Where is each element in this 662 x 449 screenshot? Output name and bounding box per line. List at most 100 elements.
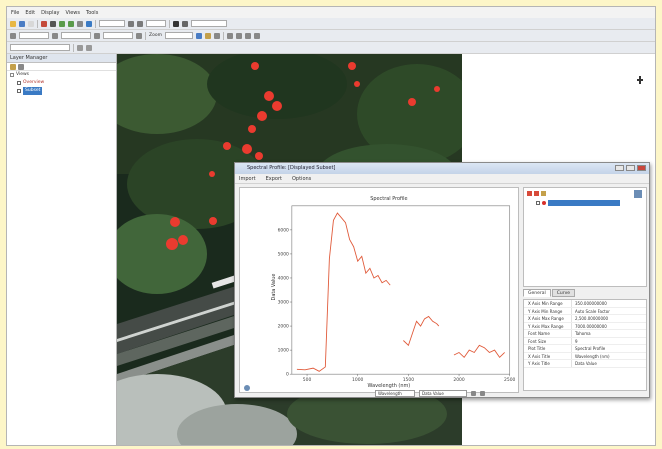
zoom-combo[interactable] (164, 32, 193, 39)
pan-icon[interactable] (50, 20, 56, 27)
y-tick-label: 1000 (278, 348, 289, 354)
spectral-profile-window[interactable]: Spectral Profile: [Displayed Subset] Imp… (234, 162, 650, 398)
toolbar-divider (37, 19, 38, 28)
spectral-window-title: Spectral Profile: [Displayed Subset] (247, 165, 336, 171)
layer-manager-toolbar (7, 63, 116, 71)
blend-icon[interactable] (244, 32, 251, 39)
zoom-in-icon[interactable] (59, 20, 65, 27)
expand-icon[interactable] (10, 73, 14, 77)
property-row[interactable]: Y Axis Title Data Value (524, 360, 646, 368)
y-tick-label: 5000 (278, 251, 289, 257)
fit-icon[interactable] (86, 20, 92, 27)
x-tick-label: 500 (303, 377, 312, 383)
zoom-level-combo[interactable] (146, 20, 166, 27)
brightness-icon[interactable] (10, 32, 16, 39)
cursor-icon[interactable] (41, 20, 47, 27)
x-tick-label: 2000 (453, 377, 464, 383)
layer-subset[interactable]: Subset (7, 87, 116, 95)
print-icon[interactable] (28, 20, 34, 27)
settings-icon[interactable] (253, 32, 260, 39)
sharpen-icon[interactable] (94, 32, 100, 39)
axis-selector-bar: Wavelength Data Value (375, 389, 485, 397)
contrast-slider[interactable] (61, 32, 91, 39)
close-button[interactable] (637, 165, 646, 171)
transparency-icon[interactable] (136, 32, 142, 39)
property-row[interactable]: X Axis Min Range 350.000000000 (524, 300, 646, 308)
spectral-toolbar: Import Export Options (235, 174, 649, 184)
profile-layer-list[interactable] (523, 187, 647, 287)
tab-general[interactable]: General (523, 289, 551, 297)
menu-bar: File Edit Display Views Tools (7, 7, 655, 18)
crosshair-icon[interactable] (137, 20, 143, 27)
menu-views[interactable]: Views (66, 10, 80, 16)
search-combo[interactable] (191, 20, 227, 27)
band-selector[interactable] (10, 44, 70, 51)
property-row[interactable]: Y Axis Min Range Auto Scale Factor (524, 307, 646, 315)
rotate-icon[interactable] (77, 20, 83, 27)
save-icon[interactable] (19, 20, 25, 27)
export-button[interactable]: Export (266, 176, 282, 182)
profile-checkbox[interactable] (536, 201, 540, 205)
spectral-side-panel: General Curve X Axis Min Range 350.000000… (523, 187, 647, 393)
profile-icon[interactable] (86, 44, 92, 51)
y-tick-label: 2000 (278, 324, 289, 330)
options-button[interactable]: Options (292, 176, 311, 182)
selected-profile-row[interactable] (548, 200, 620, 206)
property-row[interactable]: Plot Title Spectral Profile (524, 345, 646, 353)
toolbar-divider (169, 19, 170, 28)
menu-edit[interactable]: Edit (25, 10, 35, 16)
spectral-plot[interactable]: Spectral Profile Wavelength (nm) Data Va… (239, 187, 519, 393)
toolbar-divider (95, 19, 96, 28)
flicker-icon[interactable] (213, 32, 220, 39)
property-row[interactable]: X Axis Title Wavelength (nm) (524, 352, 646, 360)
refresh-icon[interactable] (634, 190, 642, 198)
spectral-window-titlebar[interactable]: Spectral Profile: [Displayed Subset] (235, 163, 649, 174)
open-icon[interactable] (10, 20, 16, 27)
sharpen-slider[interactable] (103, 32, 133, 39)
remove-layer-icon[interactable] (18, 64, 24, 70)
layer-tree-root[interactable]: Views (7, 71, 116, 79)
layer-label-overview: Overview (23, 80, 45, 85)
zoom-icon[interactable] (471, 390, 476, 396)
maximize-button[interactable] (626, 165, 635, 171)
reset-icon[interactable] (480, 390, 485, 396)
property-row[interactable]: Y Axis Max Range 7000.00000000 (524, 322, 646, 330)
info-icon[interactable] (244, 385, 250, 391)
property-row[interactable]: Font Size 9 (524, 337, 646, 345)
portal-icon[interactable] (226, 32, 233, 39)
histogram-icon[interactable] (77, 44, 83, 51)
layer-label-views: Views (16, 72, 30, 77)
layer-manager-title: Layer Manager (7, 54, 116, 63)
property-grid: X Axis Min Range 350.000000000 Y Axis Min… (523, 299, 647, 391)
add-layer-icon[interactable] (10, 64, 16, 70)
link-icon[interactable] (195, 32, 202, 39)
property-row[interactable]: X Axis Max Range 2,500.00000000 (524, 315, 646, 323)
x-tick-label: 2500 (504, 377, 515, 383)
brightness-slider[interactable] (19, 32, 49, 39)
menu-tools[interactable]: Tools (86, 10, 98, 16)
stretch-combo[interactable] (99, 20, 125, 27)
swipe-icon[interactable] (235, 32, 242, 39)
y-axis-combo[interactable]: Data Value (419, 389, 467, 397)
contrast-icon[interactable] (52, 32, 58, 39)
x-tick-label: 1000 (352, 377, 363, 383)
minimize-button[interactable] (615, 165, 624, 171)
x-axis-combo[interactable]: Wavelength (375, 389, 415, 397)
menu-display[interactable]: Display (41, 10, 59, 16)
import-button[interactable]: Import (239, 176, 256, 182)
vector-icon[interactable] (173, 20, 179, 27)
zoom-out-icon[interactable] (68, 20, 74, 27)
layer-overview[interactable]: Overview (7, 79, 116, 87)
annotation-icon[interactable] (182, 20, 188, 27)
layer-checkbox[interactable] (17, 81, 21, 85)
layer-checkbox[interactable] (17, 89, 21, 93)
x-tick-label: 1500 (403, 377, 414, 383)
grid-icon[interactable] (128, 20, 134, 27)
measure-icon[interactable] (204, 32, 211, 39)
secondary-toolbar (7, 42, 655, 54)
tab-curve[interactable]: Curve (551, 289, 576, 297)
property-row[interactable]: Font Name Tahoma (524, 330, 646, 338)
profile-entry[interactable] (536, 200, 620, 206)
toolbar-divider (145, 31, 146, 40)
menu-file[interactable]: File (11, 10, 19, 16)
